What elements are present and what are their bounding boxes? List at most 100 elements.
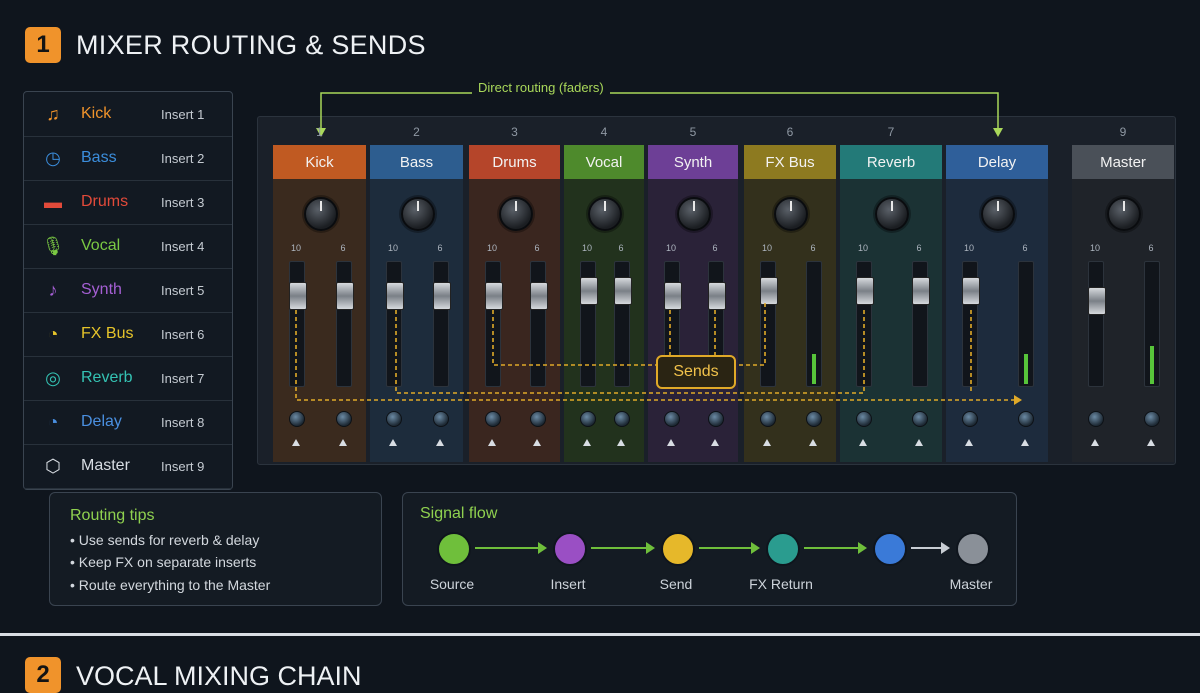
fader-handle[interactable] (708, 282, 726, 310)
expand-arrow-icon[interactable] (809, 439, 817, 446)
meter-scale-label: 6 (340, 243, 346, 253)
flow-node-label: Send (659, 576, 693, 592)
pan-knob[interactable] (774, 197, 808, 231)
sends-label: Sends (656, 355, 736, 389)
fader-handle[interactable] (336, 282, 354, 310)
tip-text: Route everything to the Master (78, 577, 271, 593)
track-list-item[interactable]: ◔ Delay Insert 8 (24, 400, 232, 445)
expand-arrow-icon[interactable] (915, 439, 923, 446)
expand-arrow-icon[interactable] (1021, 439, 1029, 446)
fader-handle[interactable] (386, 282, 404, 310)
expand-arrow-icon[interactable] (667, 439, 675, 446)
expand-arrow-icon[interactable] (617, 439, 625, 446)
expand-arrow-icon[interactable] (859, 439, 867, 446)
send-knob[interactable] (433, 411, 449, 427)
expand-arrow-icon[interactable] (436, 439, 444, 446)
send-knob[interactable] (806, 411, 822, 427)
track-list-item[interactable]: ▬ Drums Insert 3 (24, 180, 232, 225)
fader-handle[interactable] (856, 277, 874, 305)
fader-handle[interactable] (289, 282, 307, 310)
send-knob[interactable] (912, 411, 928, 427)
expand-arrow-icon[interactable] (1091, 439, 1099, 446)
expand-arrow-icon[interactable] (965, 439, 973, 446)
channel-name[interactable]: Drums (469, 145, 560, 179)
send-knob[interactable] (760, 411, 776, 427)
track-list-item[interactable]: ◷ Bass Insert 2 (24, 136, 232, 181)
expand-arrow-icon[interactable] (763, 439, 771, 446)
channel-number: 1 (316, 125, 323, 139)
pan-knob[interactable] (588, 197, 622, 231)
track-list-item[interactable]: 🎙 Vocal Insert 4 (24, 224, 232, 269)
send-knob[interactable] (1144, 411, 1160, 427)
track-list-item[interactable]: ⬡ Master Insert 9 (24, 444, 232, 489)
expand-arrow-icon[interactable] (292, 439, 300, 446)
master-icon: ⬡ (45, 455, 61, 476)
channel-name[interactable]: Bass (370, 145, 463, 179)
fader-handle[interactable] (912, 277, 930, 305)
send-knob[interactable] (962, 411, 978, 427)
signal-flow-panel: Signal flow Source Insert Send FX Return Mas… (402, 492, 1017, 606)
track-list: ♫ Kick Insert 1 ◷ Bass Insert 2 ▬ Drums Insert 3… (23, 91, 233, 490)
track-insert: Insert 7 (161, 370, 205, 386)
flow-node (437, 532, 471, 566)
drums-icon: ▬ (44, 191, 62, 212)
meter-scale-label: 10 (857, 243, 868, 253)
fader-handle[interactable] (760, 277, 778, 305)
send-knob[interactable] (580, 411, 596, 427)
expand-arrow-icon[interactable] (488, 439, 496, 446)
channel-name[interactable]: Vocal (564, 145, 644, 179)
fader-handle[interactable] (580, 277, 598, 305)
track-list-item[interactable]: ♫ Kick Insert 1 (24, 92, 232, 137)
send-knob[interactable] (289, 411, 305, 427)
channel-name[interactable]: Master (1072, 145, 1174, 179)
fader-handle[interactable] (485, 282, 503, 310)
microphone-icon: 🎙 (41, 235, 65, 256)
track-list-item[interactable]: ◔ FX Bus Insert 6 (24, 312, 232, 357)
send-knob[interactable] (708, 411, 724, 427)
pan-knob[interactable] (400, 197, 435, 231)
channel-name[interactable]: Synth (648, 145, 738, 179)
pan-knob[interactable] (875, 197, 909, 231)
send-knob[interactable] (336, 411, 352, 427)
meter-scale-label: 6 (534, 243, 540, 253)
pan-knob[interactable] (677, 197, 711, 231)
fader-handle[interactable] (614, 277, 632, 305)
send-knob[interactable] (856, 411, 872, 427)
pan-knob[interactable] (981, 197, 1015, 231)
expand-arrow-icon[interactable] (711, 439, 719, 446)
fader-handle[interactable] (530, 282, 548, 310)
channel-name[interactable]: Kick (273, 145, 366, 179)
fader-handle[interactable] (433, 282, 451, 310)
send-knob[interactable] (386, 411, 402, 427)
send-knob[interactable] (530, 411, 546, 427)
send-knob[interactable] (664, 411, 680, 427)
channel-name[interactable]: FX Bus (744, 145, 836, 179)
track-list-item[interactable]: ♪ Synth Insert 5 (24, 268, 232, 313)
meter-scale-label: 10 (761, 243, 772, 253)
expand-arrow-icon[interactable] (389, 439, 397, 446)
fader-track (1088, 261, 1106, 387)
channel-name[interactable]: Delay (946, 145, 1048, 179)
expand-arrow-icon[interactable] (1147, 439, 1155, 446)
expand-arrow-icon[interactable] (533, 439, 541, 446)
pan-knob[interactable] (498, 197, 533, 231)
channel-name[interactable]: Reverb (840, 145, 942, 179)
pan-knob[interactable] (303, 197, 338, 231)
flow-node (766, 532, 800, 566)
fader-handle[interactable] (664, 282, 682, 310)
send-knob[interactable] (1018, 411, 1034, 427)
send-knob[interactable] (1088, 411, 1104, 427)
pan-knob[interactable] (1107, 197, 1141, 231)
meter-scale-label: 6 (712, 243, 718, 253)
track-name: Bass (81, 149, 117, 166)
send-knob[interactable] (485, 411, 501, 427)
track-name: Master (81, 457, 130, 474)
section-divider (0, 633, 1200, 636)
fader-handle[interactable] (962, 277, 980, 305)
expand-arrow-icon[interactable] (583, 439, 591, 446)
meter-scale-label: 10 (665, 243, 676, 253)
fader-handle[interactable] (1088, 287, 1106, 315)
expand-arrow-icon[interactable] (339, 439, 347, 446)
track-list-item[interactable]: ◎ Reverb Insert 7 (24, 356, 232, 401)
send-knob[interactable] (614, 411, 630, 427)
